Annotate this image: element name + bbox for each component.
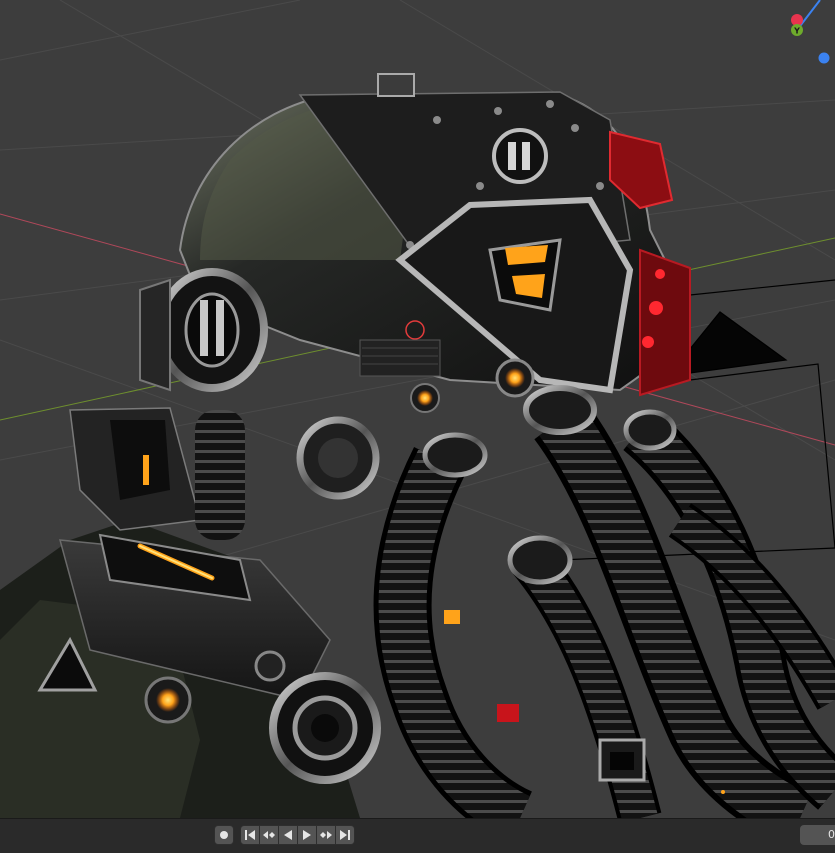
- current-frame-field[interactable]: 0: [800, 825, 835, 845]
- previous-keyframe-icon: [263, 831, 275, 839]
- viewport-scene[interactable]: [0, 0, 835, 818]
- jump-to-end-button[interactable]: [335, 825, 355, 845]
- next-keyframe-button[interactable]: [316, 825, 336, 845]
- play-icon: [303, 830, 311, 840]
- current-frame-value: 0: [828, 828, 835, 841]
- 3d-viewport[interactable]: Y: [0, 0, 835, 818]
- jump-to-start-icon: [245, 830, 255, 840]
- play-reverse-icon: [284, 830, 292, 840]
- timeline-header: 0: [0, 818, 835, 853]
- play-reverse-button[interactable]: [278, 825, 298, 845]
- next-keyframe-icon: [320, 831, 332, 839]
- gizmo-y-label: Y: [793, 27, 800, 36]
- jump-to-start-button[interactable]: [240, 825, 260, 845]
- record-dot-icon: [220, 831, 228, 839]
- gizmo-z-axis-icon: [818, 52, 830, 64]
- jump-to-end-icon: [340, 830, 350, 840]
- record-button[interactable]: [214, 825, 234, 845]
- navigation-gizmo[interactable]: Y: [780, 0, 835, 70]
- play-button[interactable]: [297, 825, 317, 845]
- previous-keyframe-button[interactable]: [259, 825, 279, 845]
